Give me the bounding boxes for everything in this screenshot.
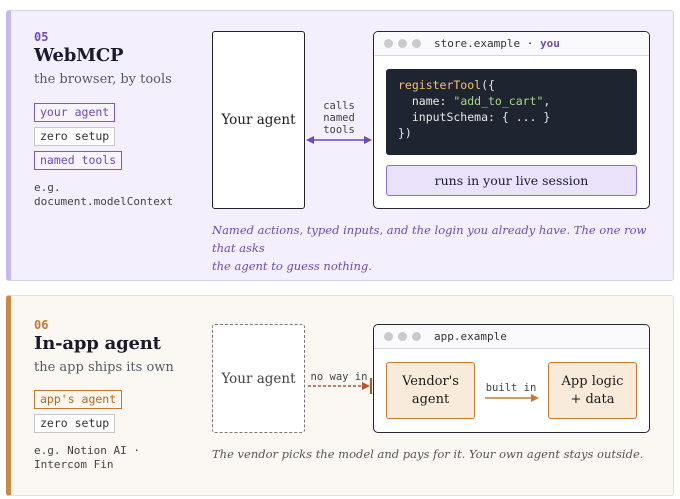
example-text: e.g. document.modelContext <box>34 181 173 209</box>
window-url: app.example <box>434 330 507 343</box>
browser-window-app: app.example Vendor's agent built in App … <box>373 324 650 433</box>
right-arrow-icon <box>485 394 539 402</box>
section-subtitle: the browser, by tools <box>34 72 172 87</box>
window-dot-icon <box>412 39 421 48</box>
section-number: 06 <box>34 318 49 332</box>
section-number: 05 <box>34 30 49 44</box>
live-session-label: runs in your live session <box>434 173 589 188</box>
example-text: e.g. Notion AI · Intercom Fin <box>34 444 140 472</box>
connector-line: named <box>323 112 355 124</box>
example-line: Intercom Fin <box>34 458 114 471</box>
window-dot-icon <box>398 39 407 48</box>
section-caption: Named actions, typed inputs, and the log… <box>212 221 662 275</box>
caption-line: Named actions, typed inputs, and the log… <box>212 223 647 255</box>
vendor-line: Vendor's <box>402 373 459 389</box>
tag-zero-setup: zero setup <box>34 414 116 433</box>
window-dot-icon <box>412 332 421 341</box>
double-arrow-icon <box>306 136 372 144</box>
section-caption: The vendor picks the model and pays for … <box>212 447 644 461</box>
logic-line: + data <box>570 391 615 407</box>
calls-named-tools-label: calls named tools <box>314 100 364 136</box>
caption-line: the agent to guess nothing. <box>212 259 372 273</box>
window-url: store.example · you <box>434 37 560 50</box>
your-agent-outside-box: Your agent <box>212 324 305 433</box>
app-logic-box: App logic + data <box>548 362 637 419</box>
connector-line: calls <box>323 100 355 112</box>
window-dot-icon <box>384 332 393 341</box>
example-line: e.g. Notion AI · <box>34 444 140 457</box>
code-block: registerTool({ name: "add_to_cart", inpu… <box>386 69 637 155</box>
example-line: e.g. <box>34 181 61 194</box>
example-line: document.modelContext <box>34 195 174 208</box>
tag-your-agent: your agent <box>34 103 116 122</box>
window-dot-icon <box>384 39 393 48</box>
vendor-line: agent <box>411 391 450 407</box>
section-title: WebMCP <box>34 45 124 66</box>
window-titlebar: app.example <box>374 325 649 349</box>
tag-named-tools: named tools <box>34 151 123 170</box>
logic-line: App logic <box>561 373 624 389</box>
your-agent-label: Your agent <box>221 112 296 128</box>
blocked-arrow-icon <box>308 378 372 394</box>
your-agent-label: Your agent <box>221 370 296 387</box>
your-agent-box: Your agent <box>212 31 305 209</box>
section-subtitle: the app ships its own <box>34 360 174 375</box>
window-titlebar: store.example · you <box>374 32 649 56</box>
tag-apps-agent: app's agent <box>34 390 123 409</box>
section-title: In-app agent <box>34 333 161 354</box>
live-session-box: runs in your live session <box>386 165 637 196</box>
browser-window-store: store.example · you registerTool({ name:… <box>373 31 650 209</box>
tag-zero-setup: zero setup <box>34 127 116 146</box>
window-dot-icon <box>398 332 407 341</box>
vendors-agent-box: Vendor's agent <box>386 362 475 419</box>
